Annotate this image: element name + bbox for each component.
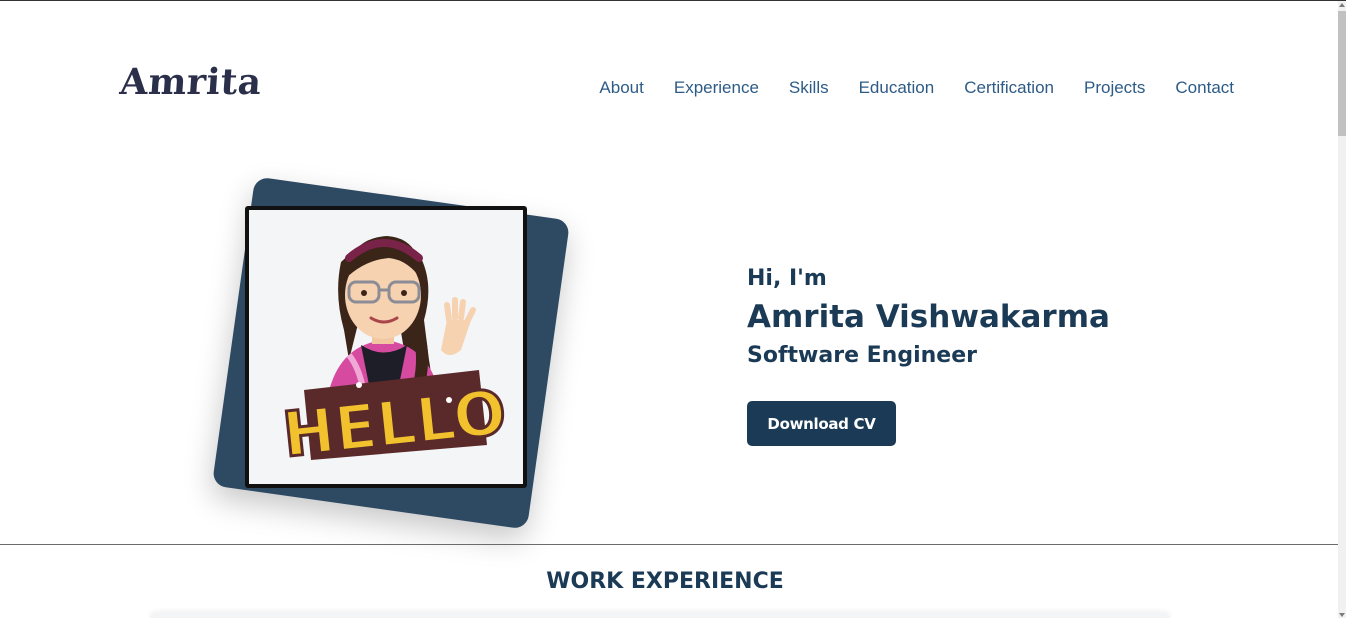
nav-link-contact[interactable]: Contact [1175,78,1234,98]
nav-link-education[interactable]: Education [859,78,935,98]
nav-link-about[interactable]: About [599,78,643,98]
scroll-up-icon[interactable] [1339,3,1345,7]
scrollbar-thumb[interactable] [1338,11,1346,136]
nav-link-skills[interactable]: Skills [789,78,829,98]
work-experience-heading: WORK EXPERIENCE [546,569,784,594]
nav-link-experience[interactable]: Experience [674,78,759,98]
avatar-illustration: HELLO [278,236,511,473]
job-title: Software Engineer [747,343,977,368]
page-scrollbar[interactable] [1338,1,1346,618]
section-divider [0,544,1338,545]
portfolio-page: Amrita About Experience Skills Education… [0,0,1346,618]
hero-intro: Hi, I'm Amrita Vishwakarma Software Engi… [747,266,1110,368]
profile-avatar: HELLO [245,206,527,488]
greeting-text: Hi, I'm [747,266,827,291]
download-cv-button[interactable]: Download CV [747,401,896,446]
site-logo[interactable]: Amrita [119,61,264,103]
scroll-down-icon[interactable] [1339,613,1345,617]
nav-link-projects[interactable]: Projects [1084,78,1145,98]
person-name: Amrita Vishwakarma [747,299,1110,335]
experience-card [150,613,1170,618]
nav-link-certification[interactable]: Certification [964,78,1054,98]
main-nav: About Experience Skills Education Certif… [599,78,1234,98]
